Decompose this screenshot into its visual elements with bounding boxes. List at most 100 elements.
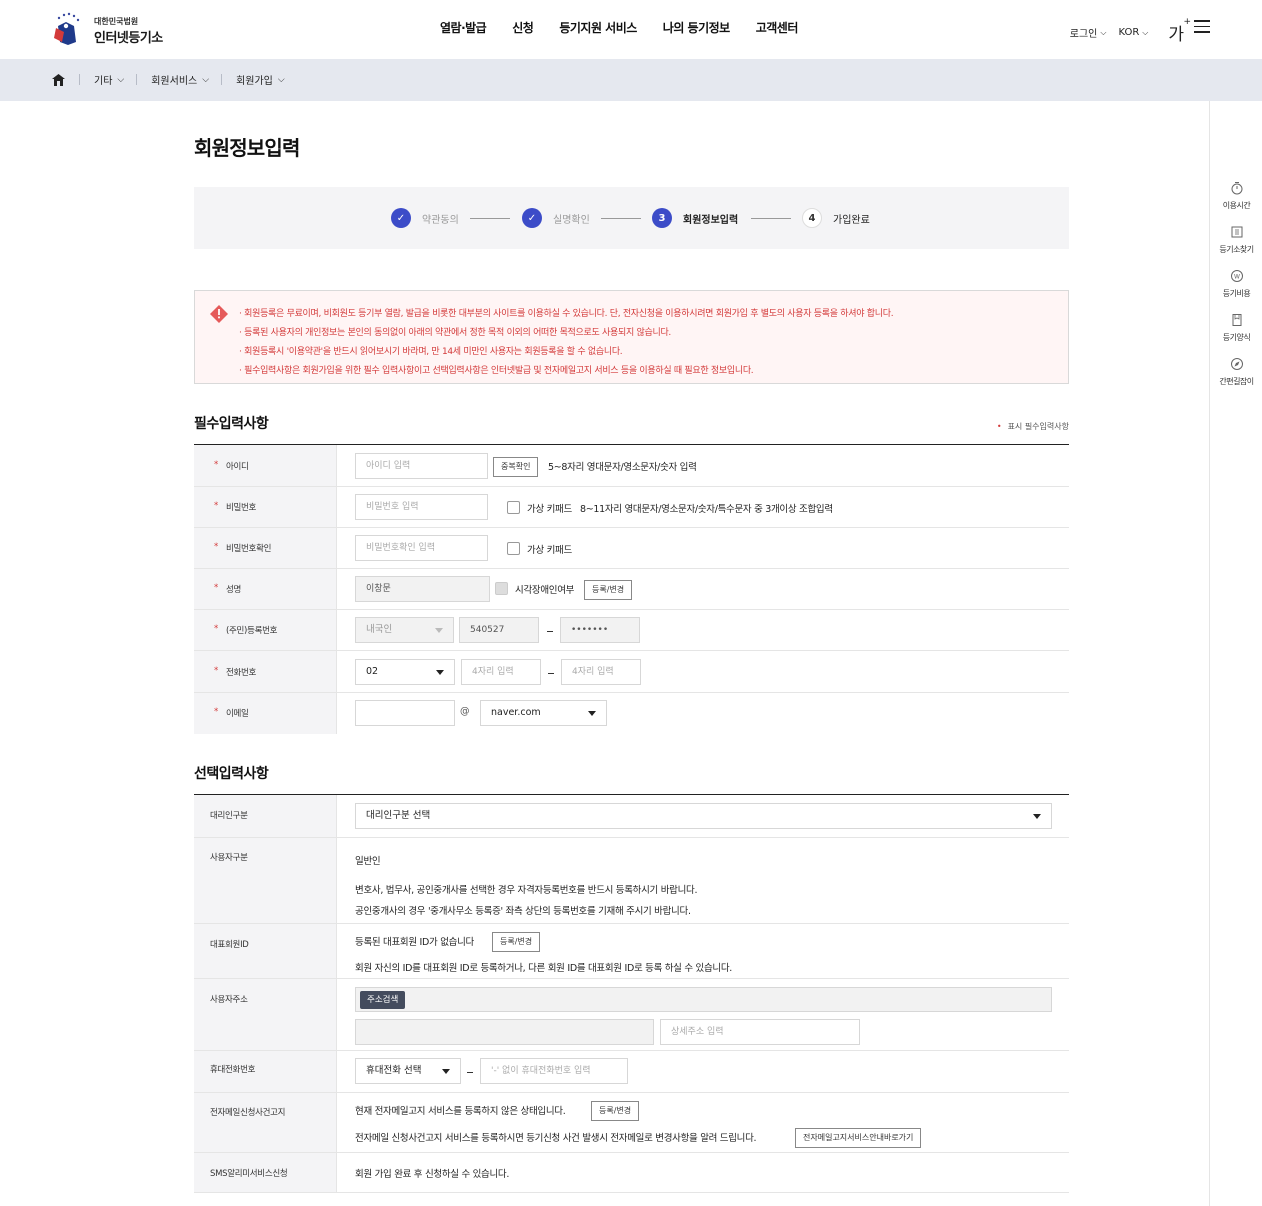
row-password: 비밀번호 * 비밀번호 입력 가상 키패드 8~11자리 영대문자/영소문자/숫자… (194, 487, 1069, 528)
font-size-button[interactable]: 가 + (1168, 17, 1191, 45)
row-label: 대표회원ID (194, 924, 337, 978)
address-base-field (355, 1019, 654, 1045)
breadcrumb-divider (79, 74, 80, 85)
row-label: 이메일 * (194, 693, 337, 734)
name-register-change-button[interactable]: 등록/변경 (584, 580, 633, 600)
quick-find-office[interactable]: 등기소찾기 (1210, 225, 1262, 255)
caret-down-icon (588, 711, 596, 716)
required-legend: • 표시 필수입력사항 (997, 421, 1069, 432)
step-label: 실명확인 (553, 214, 590, 226)
nav-apply[interactable]: 신청 (512, 19, 534, 36)
step-connector (601, 218, 641, 219)
quick-label: 이용시간 (1222, 201, 1251, 210)
quick-forms[interactable]: 등기양식 (1210, 313, 1262, 343)
label-text: 성명 (226, 585, 242, 595)
email-notification-register-button[interactable]: 등록/변경 (591, 1101, 640, 1121)
font-size-label: 가 (1168, 25, 1184, 45)
notice-line: · 필수입력사항은 회원가입을 위한 필수 입력사항이고 선택입력사항은 인터넷… (239, 366, 754, 376)
visually-impaired-checkbox[interactable] (495, 582, 508, 595)
main-navigation: 열람·발급 신청 등기지원 서비스 나의 등기정보 고객센터 (440, 19, 824, 36)
breadcrumb: 기타 ⌵ 회원서비스 ⌵ 회원가입 ⌵ (52, 72, 297, 87)
nav-support-service[interactable]: 등기지원 서비스 (559, 19, 637, 36)
password-hint: 8~11자리 영대문자/영소문자/숫자/특수문자 중 3개이상 조합입력 (580, 504, 833, 515)
hamburger-menu-icon[interactable] (1194, 20, 1210, 34)
mobile-number-input[interactable]: '-' 없이 휴대전화번호 입력 (480, 1058, 628, 1084)
language-dropdown[interactable]: KOR ⌵ (1118, 27, 1148, 38)
user-type-desc: 공인중개사의 경우 '중개사무소 등록증' 좌측 상단의 등록번호를 기재해 주… (355, 906, 691, 917)
nav-view-issue[interactable]: 열람·발급 (440, 19, 487, 36)
virtual-keypad-checkbox[interactable] (507, 542, 520, 555)
breadcrumb-divider (221, 74, 223, 85)
address-detail-input[interactable]: 상세주소 입력 (660, 1019, 860, 1045)
email-notification-guide-button[interactable]: 전자메일고지서비스안내바로가기 (795, 1128, 922, 1148)
check-icon: ✓ (522, 208, 542, 228)
phone-area-select[interactable]: 02 (355, 659, 455, 685)
quick-cost[interactable]: W 등기비용 (1210, 269, 1262, 299)
sms-service-desc: 회원 가입 완료 후 신청하실 수 있습니다. (355, 1169, 510, 1180)
row-agent-type: 대리인구분 대리인구분 선택 (194, 795, 1069, 838)
notice-line: · 등록된 사용자의 개인정보는 본인의 동의없이 아래의 약관에서 정한 목적… (239, 328, 671, 338)
nav-customer-center[interactable]: 고객센터 (756, 19, 799, 36)
row-name: 성명 * 이창문 시각장애인여부 등록/변경 (194, 569, 1069, 610)
signup-steps: ✓ 약관동의 ✓ 실명확인 3 회원정보입력 4 가입완료 (194, 187, 1069, 249)
chevron-down-icon: ⌵ (277, 74, 285, 85)
document-icon (1232, 314, 1241, 326)
required-star: * (214, 501, 218, 511)
row-password-confirm: 비밀번호확인 * 비밀번호확인 입력 가상 키패드 (194, 528, 1069, 569)
step-complete: 4 가입완료 (802, 208, 870, 228)
agent-type-select[interactable]: 대리인구분 선택 (355, 803, 1052, 829)
row-representative-id: 대표회원ID 등록된 대표회원 ID가 없습니다 등록/변경 회원 자신의 ID… (194, 924, 1069, 979)
user-id-input[interactable]: 아이디 입력 (355, 453, 488, 479)
mobile-carrier-select[interactable]: 휴대전화 선택 (355, 1058, 461, 1084)
representative-id-status: 등록된 대표회원 ID가 없습니다 (355, 937, 474, 948)
label-text: 전화번호 (226, 668, 257, 678)
row-label: SMS알리미서비스신청 (194, 1153, 337, 1192)
breadcrumb-label: 회원가입 (236, 76, 273, 87)
row-label: 비밀번호 * (194, 487, 337, 527)
label-text: 아이디 (226, 462, 249, 472)
rrn-back-field: ••••••• (560, 617, 640, 643)
row-registration-number: (주민)등록번호 * 내국인 540527 ••••••• (194, 610, 1069, 651)
row-label: 휴대전화번호 (194, 1051, 337, 1092)
nav-my-registry[interactable]: 나의 등기정보 (663, 19, 730, 36)
quick-hours[interactable]: 이용시간 (1210, 181, 1262, 211)
row-label: (주민)등록번호 * (194, 610, 337, 650)
row-label: 아이디 * (194, 445, 337, 486)
phone-middle-input[interactable]: 4자리 입력 (461, 659, 541, 685)
row-label: 전자메일신청사건고지 (194, 1093, 337, 1152)
virtual-keypad-checkbox[interactable] (507, 501, 520, 514)
login-dropdown[interactable]: 로그인 ⌵ (1070, 25, 1107, 41)
phone-last-input[interactable]: 4자리 입력 (561, 659, 641, 685)
breadcrumb-label: 기타 (94, 76, 113, 87)
quick-label: 등기비용 (1222, 289, 1251, 298)
label-text: (주민)등록번호 (226, 626, 278, 636)
password-input[interactable]: 비밀번호 입력 (355, 494, 488, 520)
check-icon: ✓ (391, 208, 411, 228)
quick-guide[interactable]: 간편길잡이 (1210, 357, 1262, 387)
notice-line: · 회원등록시 '이용약관'을 반드시 읽어보시기 바라며, 만 14세 미만인… (239, 347, 623, 357)
password-confirm-input[interactable]: 비밀번호확인 입력 (355, 535, 488, 561)
breadcrumb-etc[interactable]: 기타 ⌵ (94, 72, 124, 88)
step-terms: ✓ 약관동의 (391, 208, 459, 228)
chevron-down-icon: ⌵ (1100, 27, 1107, 37)
duplicate-check-button[interactable]: 중복확인 (493, 457, 539, 477)
required-star: * (214, 542, 218, 552)
representative-register-button[interactable]: 등록/변경 (492, 932, 541, 952)
row-user-id: 아이디 * 아이디 입력 중복확인 5~8자리 영대문자/영소문자/숫자 입력 (194, 445, 1069, 487)
virtual-keypad-label: 가상 키패드 (527, 504, 572, 515)
email-id-input[interactable] (355, 700, 455, 726)
breadcrumb-member-service[interactable]: 회원서비스 ⌵ (151, 72, 209, 88)
compass-icon (1230, 358, 1243, 370)
step-number: 4 (802, 208, 822, 228)
required-legend-text: 표시 필수입력사항 (1007, 422, 1069, 431)
breadcrumb-signup[interactable]: 회원가입 ⌵ (236, 72, 285, 88)
logo-title: 인터넷등기소 (94, 31, 163, 46)
email-domain-select[interactable]: naver.com (480, 700, 607, 726)
site-logo[interactable]: 대한민국법원 인터넷등기소 (52, 12, 182, 48)
label-text: 비밀번호확인 (226, 544, 272, 554)
notice-line: · 회원등록은 무료이며, 비회원도 등기부 열람, 발급을 비롯한 대부분의 … (239, 309, 894, 319)
notice-list: · 회원등록은 무료이며, 비회원도 등기부 열람, 발급을 비롯한 대부분의 … (239, 306, 894, 382)
row-user-type: 사용자구분 일반인 변호사, 법무사, 공인중개사를 선택한 경우 자격자등록번… (194, 838, 1069, 924)
home-icon[interactable] (52, 73, 65, 86)
address-search-button[interactable]: 주소검색 (360, 991, 406, 1009)
